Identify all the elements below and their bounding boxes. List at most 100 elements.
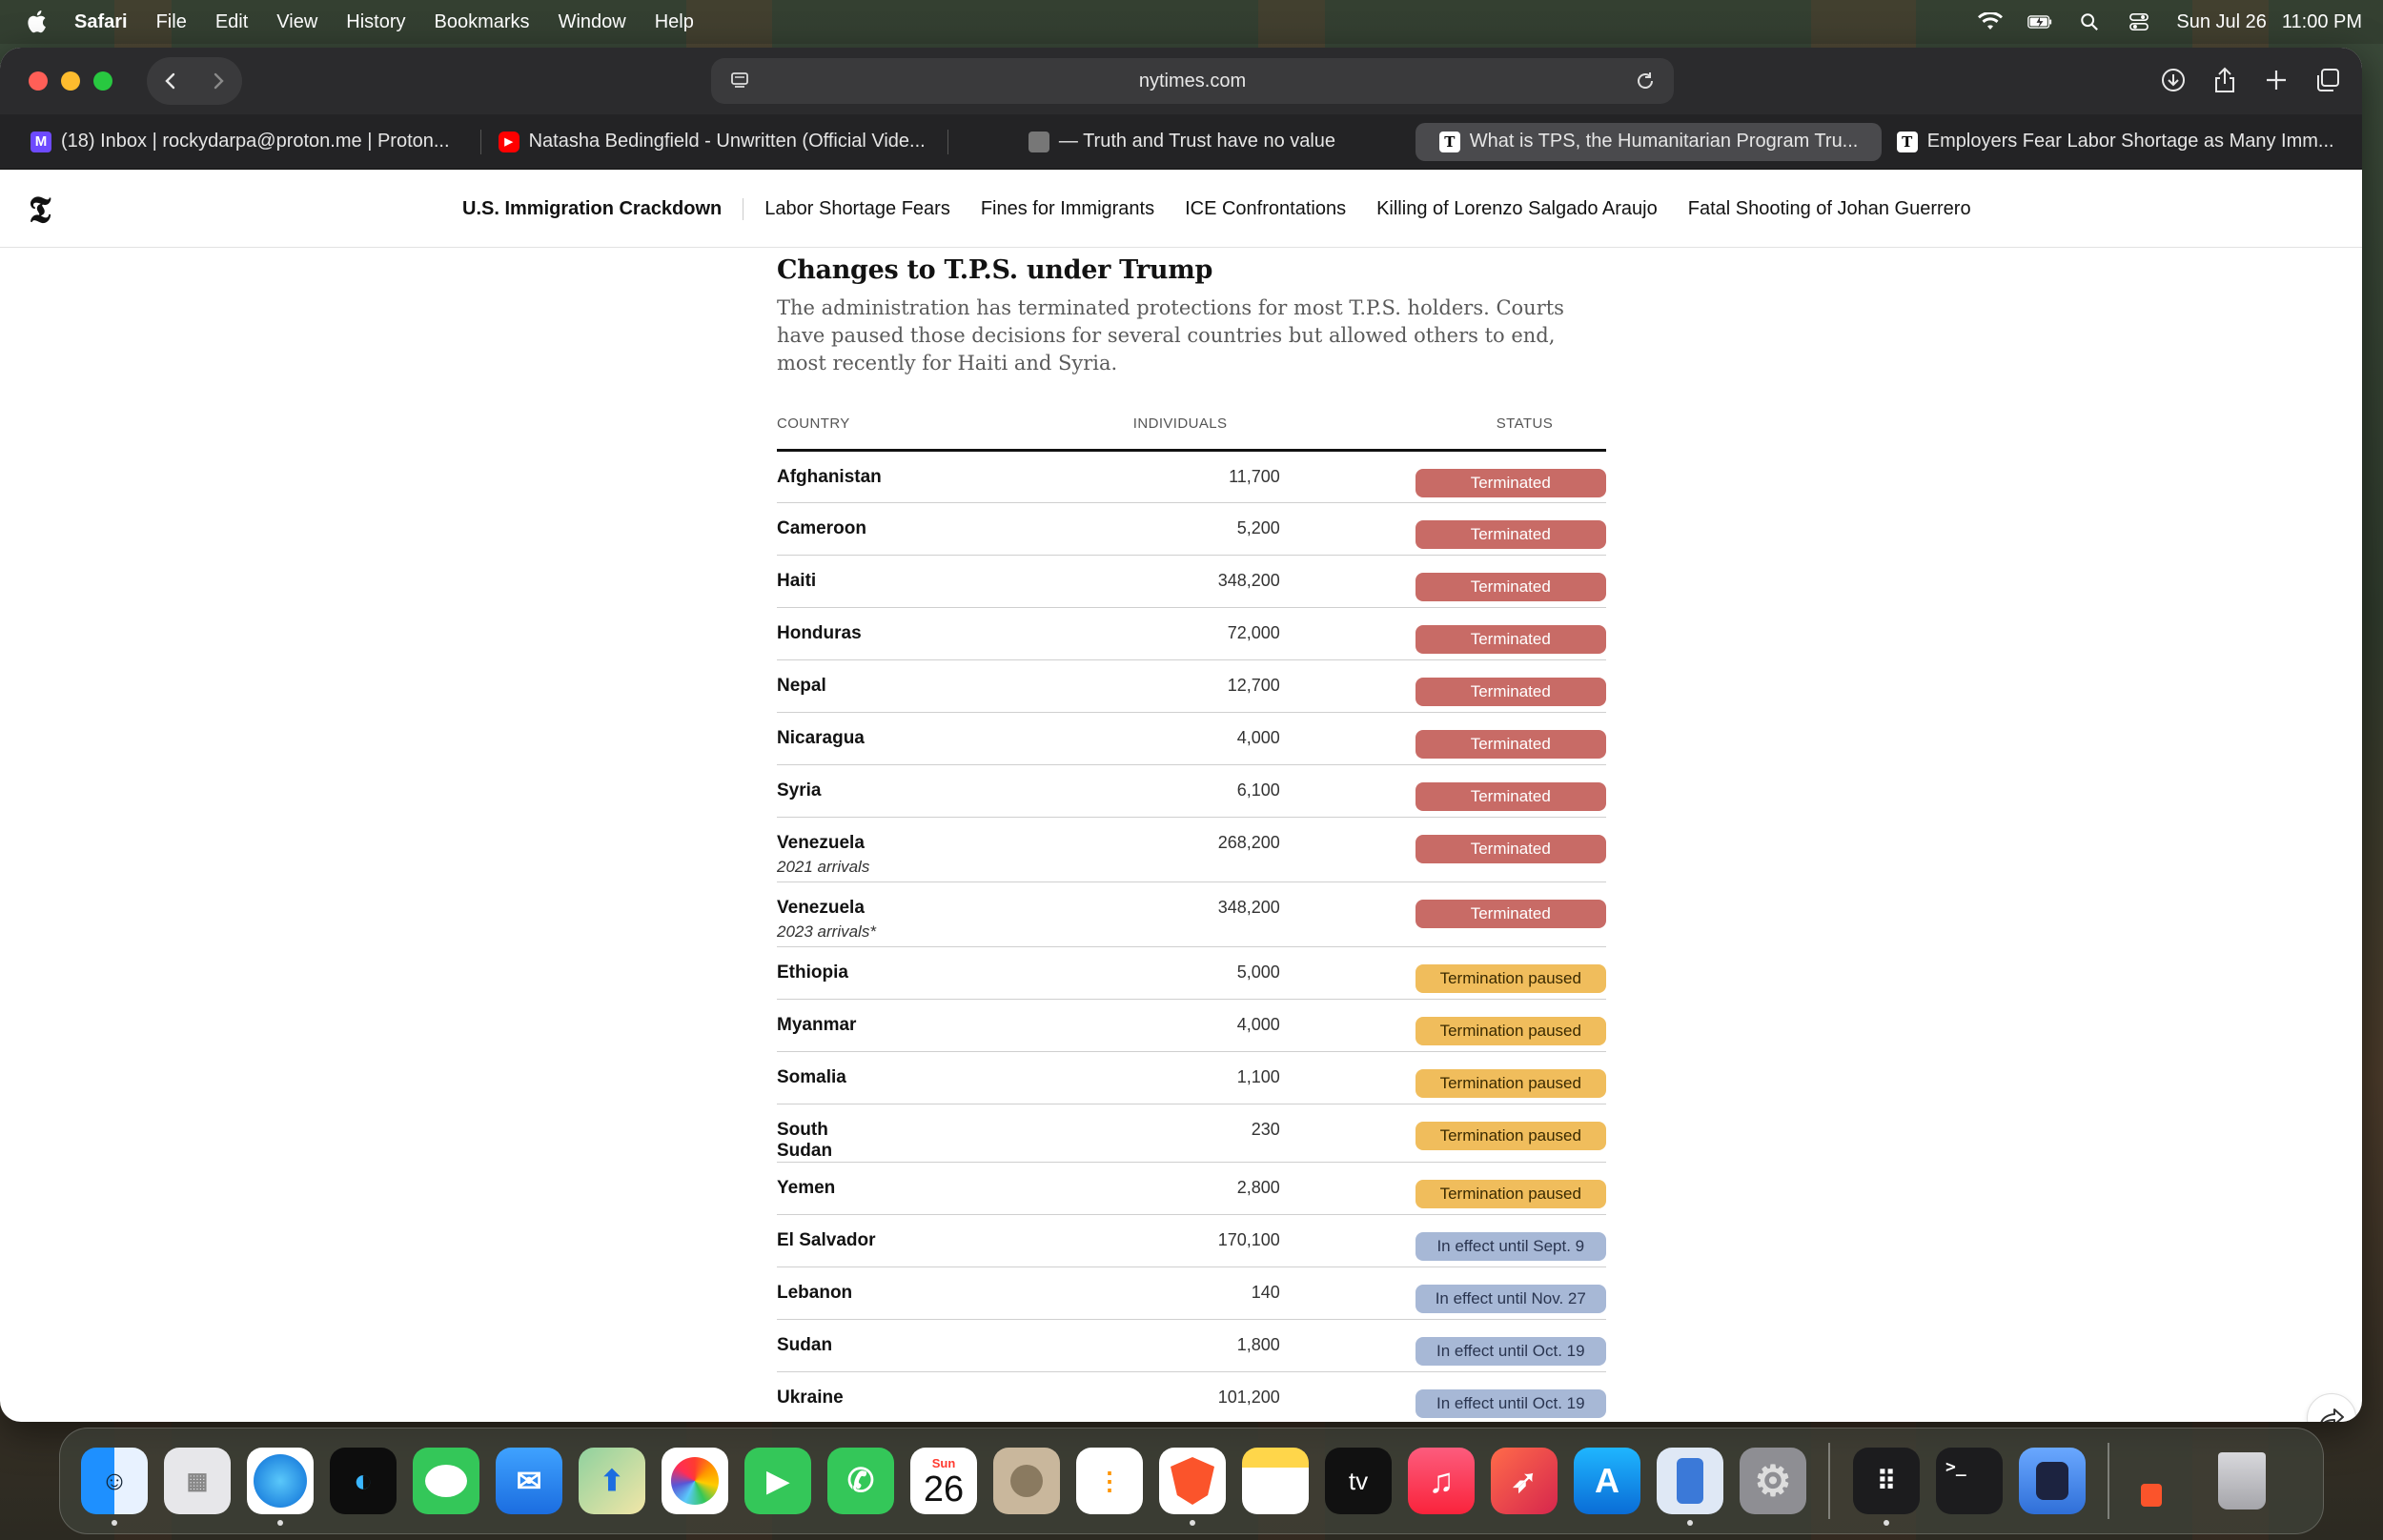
system-settings-icon[interactable]: ⚙ (1740, 1448, 1806, 1514)
table-row: Cameroon 5,200 Terminated (777, 502, 1606, 556)
dock-divider (2108, 1443, 2109, 1519)
control-center-icon[interactable] (2127, 12, 2151, 31)
phone-icon[interactable]: ✆ (827, 1448, 894, 1514)
photos-icon[interactable] (662, 1448, 728, 1514)
music-icon[interactable]: ♫ (1408, 1448, 1475, 1514)
nyt-logo[interactable]: 𝕿 (29, 191, 61, 229)
launchpad-icon[interactable]: ▦ (164, 1448, 231, 1514)
tab-proton-mail[interactable]: M (18) Inbox | rockydarpa@proton.me | Pr… (13, 123, 480, 161)
url-text[interactable]: nytimes.com (1139, 71, 1246, 92)
country-cell: Afghanistan (777, 450, 882, 503)
table-row: Syria 6,100 Terminated (777, 764, 1606, 818)
reload-icon[interactable] (1634, 70, 1657, 92)
terminal-icon[interactable]: >_ (1936, 1448, 2003, 1514)
facetime-icon[interactable]: ▶ (744, 1448, 811, 1514)
status-badge: Terminated (1415, 899, 1606, 928)
nav-link-fines[interactable]: Fines for Immigrants (966, 198, 1170, 220)
individuals-cell: 348,200 (881, 881, 1416, 947)
menu-window[interactable]: Window (559, 11, 626, 33)
table-row: Nepal 12,700 Terminated (777, 659, 1606, 713)
nav-link-labor-shortage[interactable]: Labor Shortage Fears (743, 198, 966, 220)
table-row: Ukraine 101,200 In effect until Oct. 19 (777, 1371, 1606, 1422)
status-badge: In effect until Oct. 19 (1415, 1388, 1606, 1418)
status-cell: Terminated (1415, 502, 1606, 556)
country-name: Ethiopia (777, 962, 848, 983)
country-cell: Venezuela 2023 arrivals* (777, 881, 882, 947)
podcast-icon[interactable]: ◐ (330, 1448, 397, 1514)
running-indicator (1687, 1520, 1693, 1526)
contacts-icon[interactable] (993, 1448, 1060, 1514)
apple-tv-icon[interactable]: tv (1325, 1448, 1392, 1514)
tab-overview-icon[interactable] (2312, 59, 2343, 101)
nav-link-ice-confrontations[interactable]: ICE Confrontations (1170, 198, 1361, 220)
tab-title: — Truth and Trust have no value (1058, 131, 1336, 152)
country-name: Somalia (777, 1066, 846, 1087)
app-store-icon[interactable]: A (1574, 1448, 1640, 1514)
mail-icon[interactable]: ✉ (496, 1448, 562, 1514)
spotlight-search-icon[interactable] (2077, 12, 2102, 31)
country-name: Nicaragua (777, 727, 865, 748)
notes-icon[interactable] (1242, 1448, 1309, 1514)
menubar-date[interactable]: Sun Jul 26 (2176, 11, 2267, 33)
table-heading: Changes to T.P.S. under Trump (777, 255, 1213, 285)
share-arrow-icon (2320, 1408, 2344, 1422)
tab-truth-trust[interactable]: — Truth and Trust have no value (948, 123, 1416, 161)
menu-app-name[interactable]: Safari (74, 11, 128, 33)
brave-icon[interactable] (1159, 1448, 1226, 1526)
menu-help[interactable]: Help (655, 11, 694, 33)
app-grid-icon[interactable]: ⠿ (1853, 1448, 1920, 1526)
page-menu-icon[interactable] (730, 71, 751, 91)
individuals-cell: 101,200 (881, 1371, 1416, 1422)
wifi-icon[interactable] (1978, 12, 2004, 31)
individuals-cell: 6,100 (881, 764, 1416, 818)
calendar-icon[interactable]: Sun 26 (910, 1448, 977, 1514)
country-name: Venezuela (777, 897, 865, 918)
share-article-button[interactable] (2307, 1393, 2356, 1422)
back-arrow-icon[interactable] (160, 71, 181, 91)
status-cell: Termination paused (1415, 946, 1606, 1000)
trash-icon[interactable] (2209, 1448, 2275, 1514)
share-icon[interactable] (2210, 59, 2240, 101)
close-window-button[interactable] (29, 71, 48, 91)
individuals-cell: 4,000 (881, 712, 1416, 765)
safari-icon[interactable] (247, 1448, 314, 1526)
maps-icon[interactable]: ⬆ (579, 1448, 645, 1514)
battery-icon[interactable] (2027, 12, 2052, 31)
messages-icon[interactable] (413, 1448, 479, 1514)
tab-youtube[interactable]: ▶ Natasha Bedingfield - Unwritten (Offic… (481, 123, 948, 161)
tab-title: What is TPS, the Humanitarian Program Tr… (1469, 131, 1859, 152)
status-badge: Terminated (1415, 572, 1606, 601)
brave-doc-icon[interactable] (2132, 1448, 2170, 1514)
downloads-icon[interactable] (2158, 59, 2189, 101)
nav-link-killing-lorenzo[interactable]: Killing of Lorenzo Salgado Araujo (1361, 198, 1673, 220)
menu-history[interactable]: History (346, 11, 405, 33)
individuals-cell: 11,700 (881, 450, 1416, 503)
address-bar[interactable]: nytimes.com (711, 58, 1674, 104)
new-tab-icon[interactable] (2261, 59, 2291, 101)
status-cell: In effect until Sept. 9 (1415, 1214, 1606, 1267)
apple-logo-icon[interactable] (27, 10, 50, 34)
simulator-icon[interactable] (1657, 1448, 1723, 1526)
menu-view[interactable]: View (276, 11, 317, 33)
finder-icon[interactable]: ☺ (81, 1448, 148, 1526)
nav-link-shooting-johan[interactable]: Fatal Shooting of Johan Guerrero (1673, 198, 1986, 220)
country-name: Syria (777, 780, 822, 800)
menu-bookmarks[interactable]: Bookmarks (435, 11, 530, 33)
tab-labor-shortage[interactable]: T Employers Fear Labor Shortage as Many … (1882, 123, 2349, 161)
status-badge: Termination paused (1415, 1068, 1606, 1098)
zoom-window-button[interactable] (93, 71, 112, 91)
minimize-window-button[interactable] (61, 71, 80, 91)
safari-window: nytimes.com M (18) Inbox | rockydarpa@pr… (0, 48, 2362, 1422)
rocket-icon[interactable]: ➶ (1491, 1448, 1558, 1514)
country-cell: Somalia (777, 1051, 882, 1104)
reminders-icon[interactable]: ⋮ (1076, 1448, 1143, 1514)
tab-tps-article[interactable]: T What is TPS, the Humanitarian Program … (1415, 122, 1883, 161)
menu-edit[interactable]: Edit (215, 11, 248, 33)
menu-file[interactable]: File (156, 11, 187, 33)
forward-arrow-icon[interactable] (208, 71, 229, 91)
nav-link-immigration-crackdown[interactable]: U.S. Immigration Crackdown (462, 197, 744, 220)
status-badge: In effect until Sept. 9 (1415, 1231, 1606, 1261)
db-icon[interactable] (2019, 1448, 2086, 1514)
menubar-time[interactable]: 11:00 PM (2282, 11, 2362, 33)
country-name: Cameroon (777, 517, 866, 538)
